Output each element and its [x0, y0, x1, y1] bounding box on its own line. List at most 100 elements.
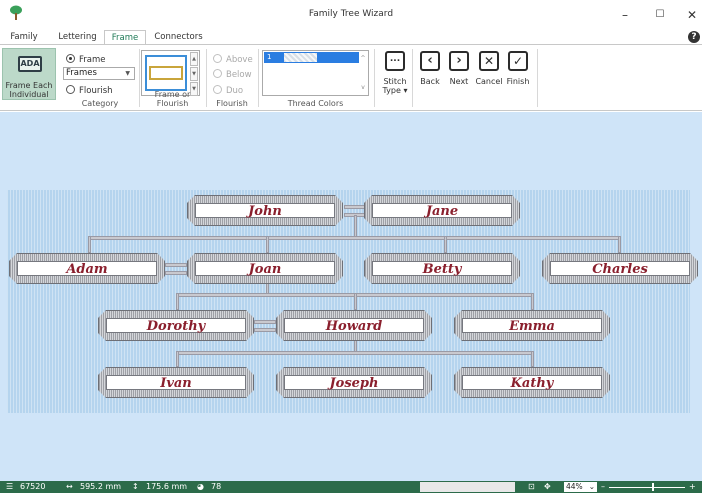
- chevron-left-icon: ‹: [420, 51, 440, 71]
- person-name: Dorothy: [146, 319, 206, 334]
- zoom-slider-thumb[interactable]: [652, 483, 654, 491]
- group-label-category: Category: [81, 99, 119, 108]
- ada-frame-icon: ADA: [18, 56, 42, 72]
- status-bar: ☰ 67520 ↔ 595.2 mm ↕ 175.6 mm ◕ 78 ⊡ ✥ 4…: [0, 481, 702, 493]
- minimize-button[interactable]: –: [615, 5, 635, 25]
- ribbon-tabs: Family Lettering Frame Connectors: [0, 30, 702, 45]
- window-title: Family Tree Wizard: [308, 9, 394, 19]
- name-plate[interactable]: Jane: [364, 195, 520, 226]
- connector-line: [88, 236, 621, 240]
- zoom-level-select[interactable]: 44% ⌄: [564, 482, 597, 492]
- zoom-to-fit-icon[interactable]: ⊡: [528, 481, 535, 493]
- radio-flourish[interactable]: Flourish: [66, 85, 113, 96]
- connector-line: [531, 351, 534, 367]
- tab-family[interactable]: Family: [5, 30, 43, 44]
- zoom-area-icon[interactable]: ✥: [544, 481, 551, 493]
- stitch-type-button[interactable]: ... Stitch Type ▾: [382, 51, 408, 95]
- name-plate[interactable]: Adam: [9, 253, 165, 284]
- name-plate[interactable]: Charles: [542, 253, 698, 284]
- frame-each-label: Frame Each Individual: [5, 81, 53, 99]
- help-icon[interactable]: ?: [688, 31, 700, 43]
- back-button[interactable]: ‹ Back: [417, 51, 443, 86]
- person-name: Kathy: [510, 376, 554, 391]
- close-button[interactable]: ✕: [682, 5, 702, 25]
- group-label-flourish: Flourish: [216, 99, 248, 108]
- frame-each-individual-button[interactable]: ADA Frame Each Individual: [2, 48, 56, 100]
- name-plate[interactable]: John: [187, 195, 343, 226]
- thread-color-row[interactable]: 1: [264, 52, 359, 63]
- radio-above-dot: [213, 54, 222, 63]
- person-name: Charles: [592, 262, 648, 277]
- thread-color-swatch: [284, 53, 317, 62]
- list-scroll-up-icon[interactable]: ^: [359, 55, 367, 62]
- name-plate[interactable]: Kathy: [454, 367, 610, 398]
- name-plate[interactable]: Betty: [364, 253, 520, 284]
- height-icon: ↕: [132, 482, 139, 491]
- person-name: Emma: [509, 319, 555, 334]
- group-label-thread-colors: Thread Colors: [287, 99, 344, 108]
- radio-frame-dot: [66, 54, 75, 63]
- connector-line: [176, 293, 179, 310]
- ribbon: ADA Frame Each Individual Frame Frames ▼…: [0, 44, 702, 111]
- chevron-right-icon: ›: [449, 51, 469, 71]
- divider: [412, 49, 413, 107]
- tab-frame[interactable]: Frame: [104, 30, 146, 45]
- next-button[interactable]: › Next: [446, 51, 472, 86]
- name-plate[interactable]: Ivan: [98, 367, 254, 398]
- category-dropdown[interactable]: Frames ▼: [63, 67, 135, 80]
- person-name: John: [248, 204, 282, 219]
- cancel-button[interactable]: ✕ Cancel: [474, 51, 504, 86]
- gallery-up-arrow-icon[interactable]: ▲: [190, 52, 198, 66]
- connector-line: [254, 320, 276, 324]
- name-plate[interactable]: Emma: [454, 310, 610, 341]
- connector-line: [618, 236, 621, 253]
- name-plate[interactable]: Howard: [276, 310, 432, 341]
- thread-colors-list[interactable]: 1 ^ v: [262, 50, 369, 96]
- name-plate[interactable]: Joan: [187, 253, 343, 284]
- radio-below-dot: [213, 69, 222, 78]
- finish-button[interactable]: ✓ Finish: [504, 51, 532, 86]
- list-scroll-down-icon[interactable]: v: [359, 84, 367, 91]
- connector-line: [344, 205, 366, 209]
- connector-line: [354, 293, 357, 310]
- person-name: Ivan: [160, 376, 192, 391]
- radio-duo[interactable]: Duo: [213, 85, 243, 96]
- radio-duo-dot: [213, 85, 222, 94]
- frame-sample-thumbnail[interactable]: [145, 55, 187, 91]
- tab-lettering[interactable]: Lettering: [55, 30, 100, 44]
- stitch-type-icon: ...: [385, 51, 405, 71]
- gallery-down-arrow-icon[interactable]: ▼: [190, 67, 198, 81]
- connector-line: [254, 328, 276, 332]
- name-plate[interactable]: Dorothy: [98, 310, 254, 341]
- person-name: Howard: [325, 319, 383, 334]
- maximize-button[interactable]: ☐: [650, 5, 670, 25]
- person-name: Joan: [248, 262, 282, 277]
- design-canvas[interactable]: John Jane Adam Joan Betty Charles Doroth…: [0, 112, 702, 481]
- radio-below[interactable]: Below: [213, 69, 252, 80]
- divider: [537, 49, 538, 107]
- design-width: 595.2 mm: [80, 482, 122, 491]
- name-plate[interactable]: Joseph: [276, 367, 432, 398]
- design-height: 175.6 mm: [146, 482, 188, 491]
- width-icon: ↔: [66, 482, 73, 491]
- stitch-count-icon: ☰: [6, 482, 14, 491]
- chevron-down-icon: ▼: [125, 70, 130, 77]
- tab-connectors[interactable]: Connectors: [151, 30, 206, 44]
- person-name: Jane: [425, 204, 459, 219]
- radio-frame[interactable]: Frame: [66, 54, 105, 65]
- status-message-field: [420, 482, 515, 492]
- connector-line: [266, 236, 269, 253]
- stitch-count: 67520: [20, 482, 46, 491]
- connector-line: [176, 351, 534, 355]
- zoom-slider[interactable]: [609, 487, 685, 488]
- divider: [374, 49, 375, 107]
- connector-line: [176, 351, 179, 367]
- zoom-in-icon[interactable]: +: [689, 481, 696, 493]
- connector-line: [354, 215, 357, 237]
- zoom-out-icon[interactable]: –: [601, 481, 605, 493]
- frame-sample-shape: [149, 66, 183, 80]
- radio-above[interactable]: Above: [213, 54, 253, 65]
- palette-icon: ◕: [197, 482, 204, 491]
- title-bar: Family Tree Wizard – ☐ ✕: [0, 0, 702, 30]
- person-name: Joseph: [329, 376, 379, 391]
